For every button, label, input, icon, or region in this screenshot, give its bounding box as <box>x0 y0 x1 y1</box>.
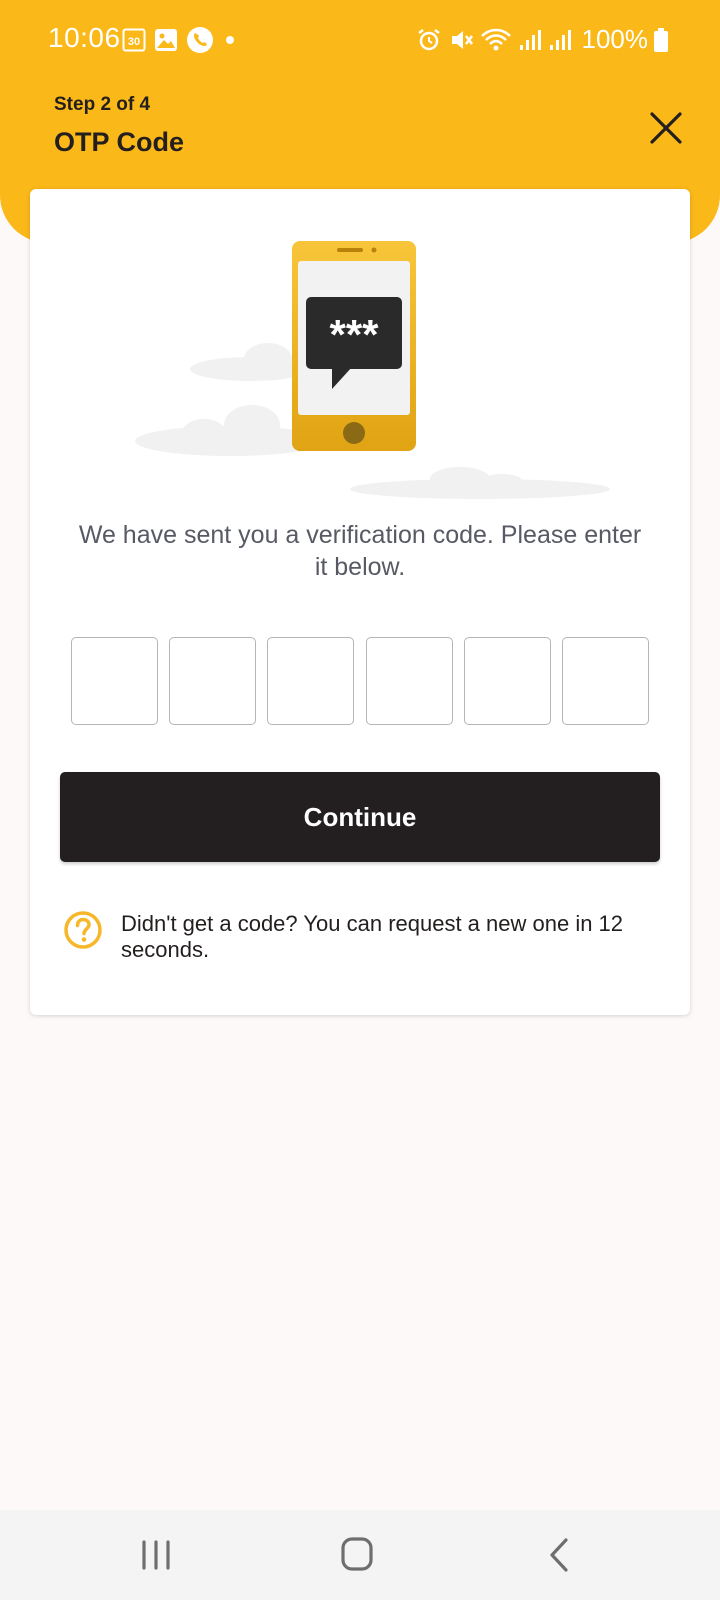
calendar-badge: 30 <box>128 36 140 48</box>
status-time: 10:06 <box>48 22 121 53</box>
back-button[interactable] <box>530 1530 590 1580</box>
verification-message: We have sent you a verification code. Pl… <box>78 521 642 581</box>
close-button[interactable] <box>644 106 688 150</box>
alarm-icon <box>417 28 440 50</box>
otp-digit-1[interactable] <box>71 637 158 725</box>
otp-digit-4[interactable] <box>365 637 453 725</box>
page-title: OTP Code <box>54 127 185 157</box>
bubble-asterisks: *** <box>329 311 379 358</box>
status-left-icons: 30 <box>122 26 238 54</box>
help-icon <box>64 911 102 949</box>
close-icon <box>650 112 682 144</box>
system-nav-bar <box>0 1510 720 1600</box>
status-bar: 10:06 30 100% <box>0 0 720 80</box>
otp-card: *** We have sent you a verification code… <box>30 189 690 1015</box>
calendar-icon: 30 <box>122 28 146 52</box>
gallery-icon <box>155 29 177 51</box>
mute-icon <box>451 30 473 49</box>
otp-digit-6[interactable] <box>561 637 649 725</box>
wifi-icon <box>480 28 511 50</box>
otp-input-group <box>71 637 649 727</box>
home-icon <box>341 1537 373 1571</box>
otp-digit-2[interactable] <box>169 637 257 725</box>
resend-code-text: Didn't get a code? You can request a new… <box>121 911 624 962</box>
battery-level: 100% <box>581 24 649 54</box>
battery-icon <box>654 27 668 52</box>
signal-icon-2 <box>549 29 571 50</box>
otp-digit-5[interactable] <box>463 637 551 725</box>
otp-digit-3[interactable] <box>267 637 355 725</box>
notification-dot-icon <box>226 36 234 44</box>
status-right-icons: 100% <box>416 24 668 55</box>
signal-icon <box>519 29 541 50</box>
continue-button[interactable]: Continue <box>60 772 660 862</box>
recent-apps-icon <box>142 1540 170 1570</box>
phone-sms-illustration: *** <box>135 241 610 499</box>
phone-call-icon <box>187 27 213 53</box>
recent-apps-button[interactable] <box>126 1530 186 1580</box>
home-button[interactable] <box>328 1530 388 1580</box>
step-indicator: Step 2 of 4 <box>54 94 151 115</box>
back-icon <box>550 1538 568 1572</box>
